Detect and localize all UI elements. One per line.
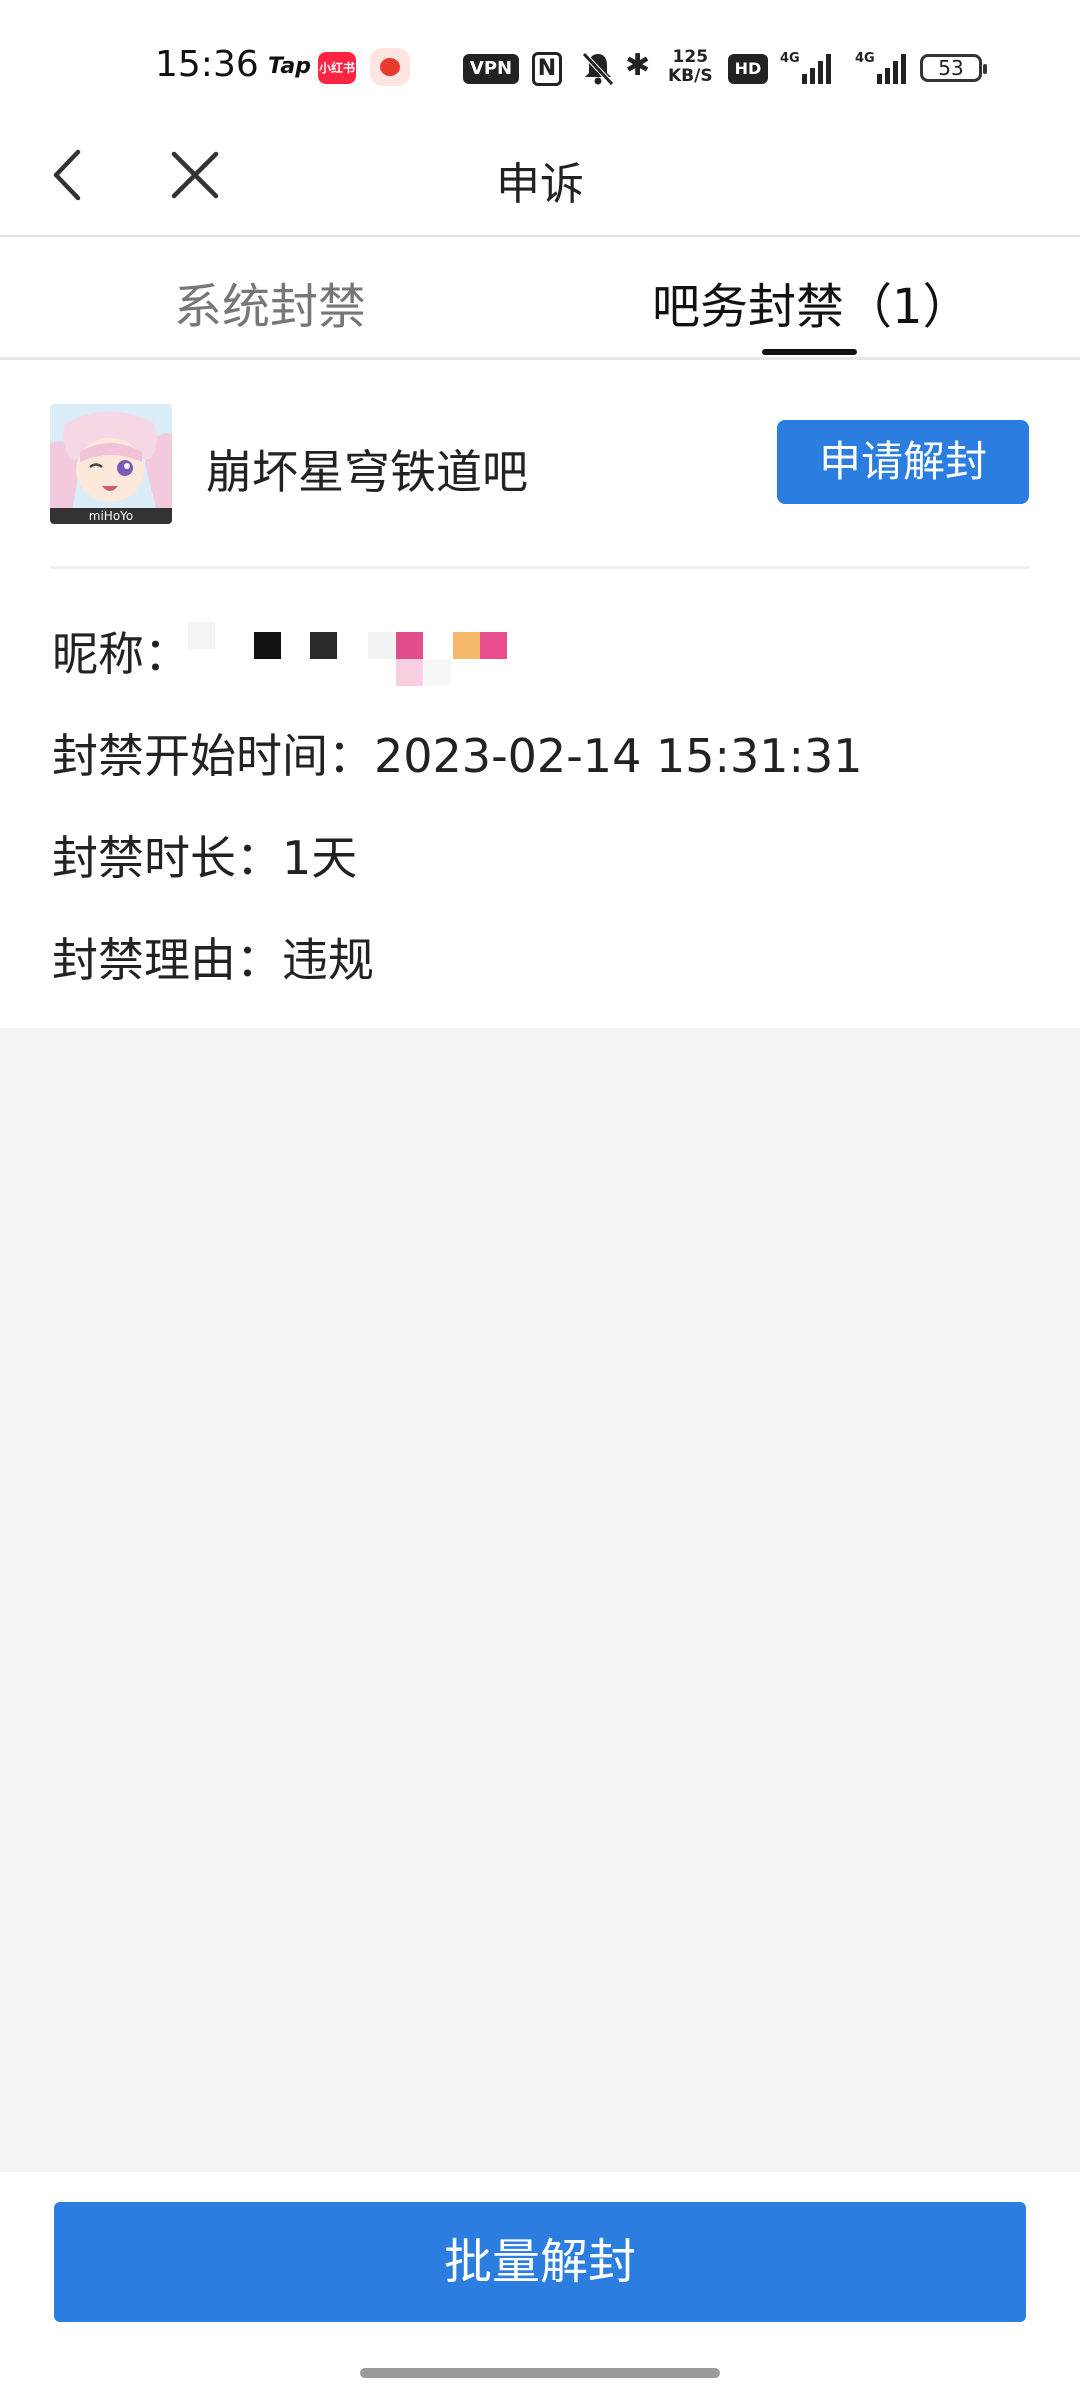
status-time: 15:36 xyxy=(155,44,259,85)
divider xyxy=(50,566,1030,569)
vpn-icon: VPN xyxy=(463,54,519,84)
ban-record-card: miHoYo 崩坏星穹铁道吧 申请解封 昵称： 封禁开始时间：2023-02-1… xyxy=(0,360,1080,1028)
ban-duration: 封禁时长：1天 xyxy=(52,831,358,885)
page-title: 申诉 xyxy=(496,159,584,210)
network-speed: 125 KB/S xyxy=(668,47,713,86)
batch-unban-button[interactable]: 批量解封 xyxy=(54,2202,1026,2322)
apply-unban-button[interactable]: 申请解封 xyxy=(777,420,1029,504)
home-indicator[interactable] xyxy=(360,2368,720,2378)
status-bar: 15:36 Tap 小红书 VPN N ✱ 125 KB/S HD 4G 4G … xyxy=(0,0,1080,120)
tab-bar: 系统封禁 吧务封禁（1） xyxy=(0,237,1080,360)
xiaohongshu-icon: 小红书 xyxy=(318,52,356,84)
signal-4g-icon: 4G xyxy=(855,51,906,84)
bluetooth-icon: ✱ xyxy=(625,48,651,83)
ban-reason: 封禁理由：违规 xyxy=(52,933,374,987)
network-type-label: 4G xyxy=(855,51,875,66)
forum-name[interactable]: 崩坏星穹铁道吧 xyxy=(206,436,528,502)
mute-bell-icon xyxy=(582,52,614,86)
forum-avatar[interactable]: miHoYo xyxy=(50,404,172,524)
network-type-label: 4G xyxy=(780,51,800,66)
app-notification-icon xyxy=(370,48,410,86)
nav-bar: 申诉 xyxy=(0,120,1080,237)
svg-text:miHoYo: miHoYo xyxy=(89,509,133,523)
nfc-icon: N xyxy=(532,52,562,86)
ban-start-time: 封禁开始时间：2023-02-14 15:31:31 xyxy=(52,729,863,783)
bottom-action-area: 批量解封 xyxy=(0,2172,1080,2400)
signal-4g-icon: 4G xyxy=(780,51,831,84)
nickname-label: 昵称： xyxy=(52,627,190,681)
tab-system-ban[interactable]: 系统封禁 xyxy=(174,267,366,337)
nickname-mosaic xyxy=(188,622,528,706)
battery-icon: 53 xyxy=(920,54,987,82)
hd-voice-icon: HD xyxy=(728,54,768,84)
tab-forum-ban[interactable]: 吧务封禁（1） xyxy=(652,267,971,337)
taptap-icon: Tap xyxy=(268,54,311,79)
active-tab-indicator xyxy=(762,349,857,355)
